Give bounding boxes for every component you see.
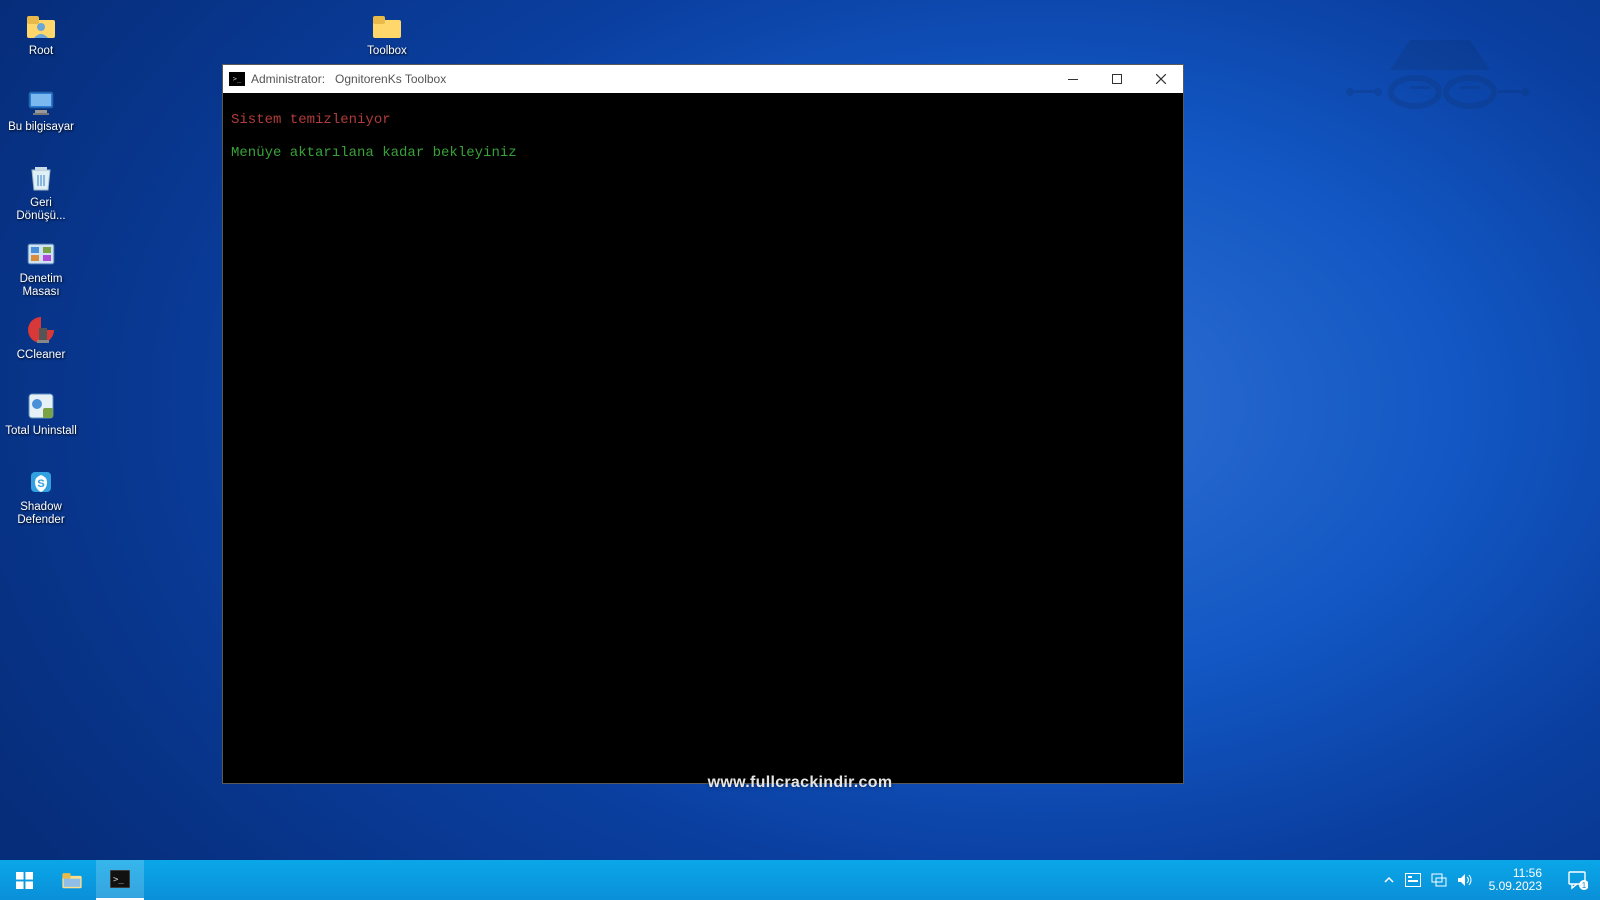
desktop-background: Root Bu bilgisayar Geri D <box>0 0 1600 900</box>
taskbar-file-explorer[interactable] <box>48 860 96 900</box>
desktop-icon-label: Shadow Defender <box>5 501 77 527</box>
taskbar-cmd[interactable]: >_ <box>96 860 144 900</box>
tray-input-icon[interactable] <box>1405 873 1421 887</box>
desktop-icon-recycle-bin[interactable]: Geri Dönüşü... <box>4 156 78 228</box>
close-button[interactable] <box>1139 65 1183 93</box>
desktop-icon-this-pc[interactable]: Bu bilgisayar <box>4 80 78 152</box>
desktop-icon-label: Toolbox <box>367 45 407 58</box>
cmd-line-status: Sistem temizleniyor <box>231 107 1175 134</box>
shadow-defender-icon: S <box>25 466 57 498</box>
taskbar-left: >_ <box>0 860 144 900</box>
watermark-text: www.fullcrackindir.com <box>0 774 1600 792</box>
cmd-title-prefix: Administrator: <box>251 72 325 86</box>
desktop-icons-column: Root Bu bilgisayar Geri D <box>4 4 78 532</box>
desktop-icon-label: Root <box>29 45 53 58</box>
cmd-window: Administrator: OgnitorenKs Toolbox Siste… <box>222 64 1184 784</box>
control-panel-icon <box>25 238 57 270</box>
cmd-output-area: Sistem temizleniyor Menüye aktarılana ka… <box>223 93 1183 783</box>
cmd-icon <box>229 72 245 86</box>
cmd-line-message: Menüye aktarılana kadar bekleyiniz <box>231 140 1175 167</box>
cmd-titlebar[interactable]: Administrator: OgnitorenKs Toolbox <box>223 65 1183 93</box>
taskbar: >_ 11:56 5.09.2023 <box>0 860 1600 900</box>
brand-logo-watermark <box>1340 30 1540 150</box>
desktop-icon-label: Geri Dönüşü... <box>5 197 77 223</box>
ccleaner-icon <box>25 314 57 346</box>
taskbar-clock[interactable]: 11:56 5.09.2023 <box>1483 867 1548 893</box>
desktop-icon-label: CCleaner <box>17 349 66 362</box>
total-uninstall-icon <box>25 390 57 422</box>
computer-icon <box>25 86 57 118</box>
start-button[interactable] <box>0 860 48 900</box>
tray-network-icon[interactable] <box>1431 873 1447 887</box>
tray-chevron-up-icon[interactable] <box>1383 874 1395 886</box>
desktop-icon-control-panel[interactable]: Denetim Masası <box>4 232 78 304</box>
desktop-icon-label: Bu bilgisayar <box>8 121 74 134</box>
svg-text:>_: >_ <box>113 875 124 885</box>
folder-icon <box>371 10 403 42</box>
desktop-icon-ccleaner[interactable]: CCleaner <box>4 308 78 380</box>
system-tray: 11:56 5.09.2023 <box>1375 860 1556 900</box>
tray-volume-icon[interactable] <box>1457 873 1473 887</box>
svg-text:1: 1 <box>1582 881 1587 890</box>
desktop-icon-shadow-defender[interactable]: S Shadow Defender <box>4 460 78 532</box>
desktop-icon-root[interactable]: Root <box>4 4 78 76</box>
desktop-icon-label: Total Uninstall <box>5 425 77 438</box>
svg-text:S: S <box>37 478 44 490</box>
recycle-bin-icon <box>25 162 57 194</box>
minimize-button[interactable] <box>1051 65 1095 93</box>
cmd-title-app: OgnitorenKs Toolbox <box>335 72 446 86</box>
taskbar-date: 5.09.2023 <box>1489 880 1542 893</box>
desktop-icon-label: Denetim Masası <box>5 273 77 299</box>
folder-user-icon <box>25 10 57 42</box>
maximize-button[interactable] <box>1095 65 1139 93</box>
taskbar-notifications[interactable]: 1 <box>1556 860 1600 900</box>
desktop-icon-total-uninstall[interactable]: Total Uninstall <box>4 384 78 456</box>
